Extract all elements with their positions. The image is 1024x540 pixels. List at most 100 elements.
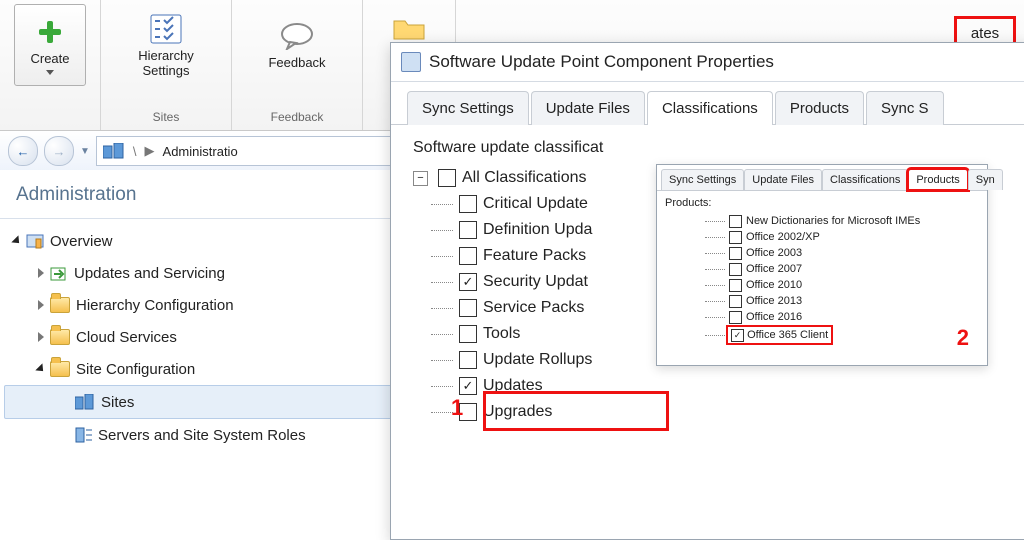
tree-connector: [431, 360, 453, 361]
tab-update-files[interactable]: Update Files: [531, 91, 645, 125]
minus-expander-icon[interactable]: −: [413, 171, 428, 186]
section-label: Software update classificat: [413, 139, 1009, 157]
plus-icon: [33, 15, 67, 49]
product-item[interactable]: New Dictionaries for Microsoft IMEs: [665, 213, 979, 229]
mini-tab-sync[interactable]: Syn: [968, 169, 1003, 190]
tree-node-sites[interactable]: Sites: [4, 385, 394, 419]
product-label: Office 2003: [746, 245, 802, 261]
mini-tab-update-files[interactable]: Update Files: [744, 169, 822, 190]
checkbox[interactable]: [459, 273, 477, 291]
feedback-group-title: Feedback: [271, 106, 324, 130]
dialog-titlebar[interactable]: Software Update Point Component Properti…: [391, 43, 1024, 82]
tree-connector: [705, 335, 725, 336]
product-item[interactable]: Office 2013: [665, 293, 979, 309]
create-label: Create: [30, 52, 69, 67]
tree-connector: [431, 386, 453, 387]
product-item[interactable]: Office 2007: [665, 261, 979, 277]
tree-connector: [705, 301, 725, 302]
tree-label: Overview: [50, 233, 113, 250]
tree-connector: [705, 253, 725, 254]
product-item[interactable]: Office 365 Client: [665, 325, 979, 345]
tree-label: Servers and Site System Roles: [98, 427, 306, 444]
checkbox[interactable]: [459, 299, 477, 317]
checkbox[interactable]: [729, 247, 742, 260]
checkbox[interactable]: [459, 247, 477, 265]
callout-number-2: 2: [957, 325, 969, 351]
expander-icon[interactable]: [11, 235, 22, 246]
tree-node-cloud-services[interactable]: Cloud Services: [4, 321, 394, 353]
checkbox[interactable]: [459, 195, 477, 213]
checklist-icon: [149, 12, 183, 46]
window-icon: [401, 52, 421, 72]
tree-node-updates-servicing[interactable]: Updates and Servicing: [4, 257, 394, 289]
update-arrow-icon: [50, 265, 68, 281]
classification-label: Critical Update: [483, 191, 588, 217]
tree-connector: [705, 269, 725, 270]
left-pane: Administration Overview Updates and Serv…: [0, 170, 399, 538]
mini-dialog-body: Products: New Dictionaries for Microsoft…: [657, 191, 987, 351]
tab-sync-schedule[interactable]: Sync S: [866, 91, 944, 125]
tree-connector: [705, 285, 725, 286]
breadcrumb-item[interactable]: Administratio: [163, 144, 238, 159]
classification-label: Update Rollups: [483, 347, 592, 373]
checkbox[interactable]: [459, 325, 477, 343]
highlighted-fragment-text: ates: [971, 25, 999, 42]
tree-node-hierarchy-config[interactable]: Hierarchy Configuration: [4, 289, 394, 321]
checkbox[interactable]: [729, 263, 742, 276]
sites-group-title: Sites: [153, 106, 180, 130]
checkbox[interactable]: [729, 295, 742, 308]
product-label: Office 2016: [746, 309, 802, 325]
folder-icon: [50, 297, 70, 313]
tree-node-overview[interactable]: Overview: [4, 225, 394, 257]
product-item[interactable]: Office 2010: [665, 277, 979, 293]
chevron-down-icon[interactable]: ▼: [80, 146, 90, 157]
checkbox[interactable]: [731, 329, 744, 342]
classification-label: All Classifications: [462, 165, 586, 191]
products-mini-dialog: Sync Settings Update Files Classificatio…: [656, 164, 988, 366]
tree-connector: [431, 412, 453, 413]
pane-title: Administration: [0, 170, 398, 219]
tab-products[interactable]: Products: [775, 91, 864, 125]
tree-connector: [705, 317, 725, 318]
mini-tab-sync-settings[interactable]: Sync Settings: [661, 169, 744, 190]
overview-icon: [26, 233, 44, 249]
checkbox[interactable]: [729, 231, 742, 244]
callout-number-1: 1: [451, 395, 463, 421]
speech-bubble-icon: [280, 19, 314, 53]
product-item[interactable]: Office 2003: [665, 245, 979, 261]
checkbox[interactable]: [459, 351, 477, 369]
expander-icon[interactable]: [38, 300, 44, 310]
tab-classifications[interactable]: Classifications: [647, 91, 773, 125]
tree-node-servers-roles[interactable]: Servers and Site System Roles: [4, 419, 394, 451]
nav-back-button[interactable]: ←: [8, 136, 38, 166]
mini-tab-products[interactable]: Products: [908, 169, 967, 190]
sites-icon: [75, 394, 95, 410]
checkbox[interactable]: [438, 169, 456, 187]
feedback-button[interactable]: Feedback: [261, 4, 333, 86]
checkbox[interactable]: [729, 279, 742, 292]
classification-label: Service Packs: [483, 295, 584, 321]
tree-connector: [431, 308, 453, 309]
callout-box-2: Office 365 Client: [726, 325, 833, 345]
product-item[interactable]: Office 2016: [665, 309, 979, 325]
checkbox[interactable]: [729, 311, 742, 324]
ribbon-group-create: Create: [0, 0, 101, 130]
tree-connector: [431, 204, 453, 205]
tree-node-site-configuration[interactable]: Site Configuration: [4, 353, 394, 385]
expander-icon[interactable]: [38, 268, 44, 278]
create-button[interactable]: Create: [14, 4, 86, 86]
product-item[interactable]: Office 2002/XP: [665, 229, 979, 245]
nav-tree: Overview Updates and Servicing Hierarchy…: [0, 219, 398, 457]
checkbox[interactable]: [459, 221, 477, 239]
checkbox[interactable]: [459, 377, 477, 395]
mini-tab-classifications[interactable]: Classifications: [822, 169, 908, 190]
tab-sync-settings[interactable]: Sync Settings: [407, 91, 529, 125]
nav-forward-button[interactable]: →: [44, 136, 74, 166]
product-label: Office 365 Client: [747, 329, 828, 341]
checkbox[interactable]: [729, 215, 742, 228]
expander-icon[interactable]: [38, 332, 44, 342]
expander-icon[interactable]: [35, 363, 46, 374]
folder-icon: [50, 329, 70, 345]
tree-connector: [705, 237, 725, 238]
hierarchy-settings-button[interactable]: Hierarchy Settings: [130, 4, 202, 86]
